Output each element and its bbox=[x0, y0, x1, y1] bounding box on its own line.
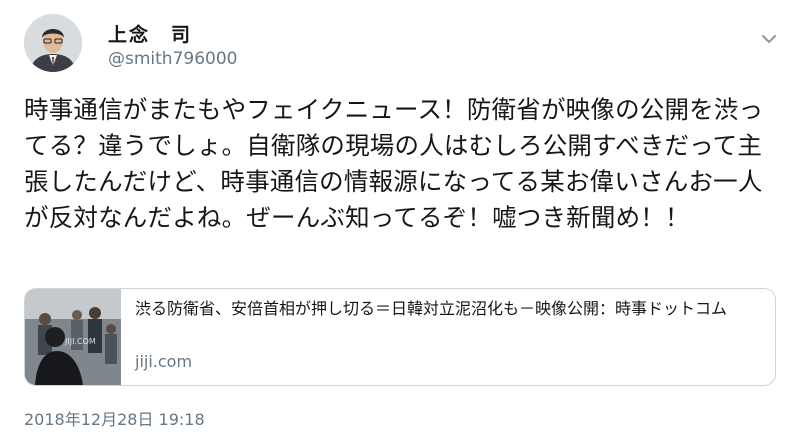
avatar[interactable] bbox=[24, 14, 82, 72]
thumb-watermark: JIJI.COM bbox=[65, 337, 96, 346]
card-thumbnail: JIJI.COM bbox=[25, 289, 121, 385]
chevron-down-icon[interactable] bbox=[758, 28, 780, 50]
card-domain: jiji.com bbox=[135, 352, 193, 371]
display-name[interactable]: 上念 司 bbox=[108, 20, 192, 47]
tweet-timestamp[interactable]: 2018年12月28日 19:18 bbox=[24, 406, 205, 430]
link-card[interactable]: JIJI.COM 渋る防衛省、安倍首相が押し切る＝日韓対立泥沼化も－映像公開：時… bbox=[24, 288, 776, 386]
user-handle[interactable]: @smith796000 bbox=[108, 49, 237, 69]
tweet-text: 時事通信がまたもやフェイクニュース！防衛省が映像の公開を渋ってる？違うでしょ。自… bbox=[24, 95, 764, 232]
card-title[interactable]: 渋る防衛省、安倍首相が押し切る＝日韓対立泥沼化も－映像公開：時事ドットコム bbox=[135, 297, 765, 320]
